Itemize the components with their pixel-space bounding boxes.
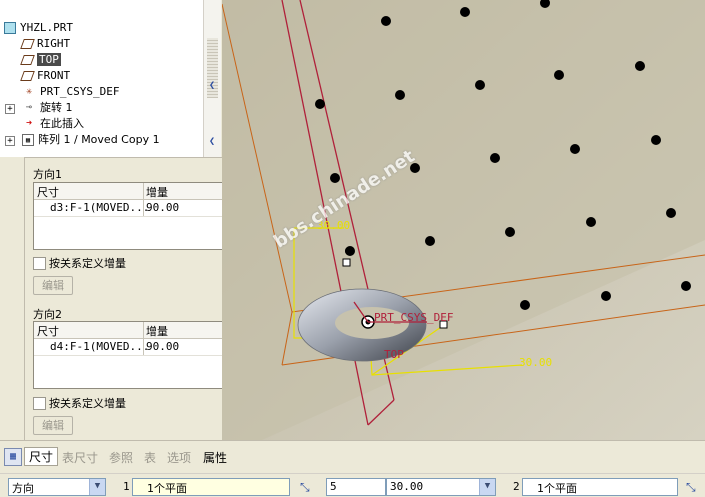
top-plane-label: TOP [384,348,404,361]
relation-increment-checkbox-1[interactable] [33,257,46,270]
drag-handle [342,258,351,267]
pattern-type-select[interactable]: 方向 ▼ [8,478,106,496]
table-header: 尺寸 增量 [34,183,242,200]
grid-icon[interactable]: ▦ [4,448,22,466]
table-header: 尺寸 增量 [34,322,242,339]
chevron-down-icon[interactable]: ▼ [479,479,495,495]
tab-dimensions[interactable]: 尺寸 [24,447,59,466]
checkbox-label: 按关系定义增量 [49,397,126,410]
tree-item-csys[interactable]: ✳ PRT_CSYS_DEF [22,84,120,100]
chevron-left-icon[interactable]: ❮ [209,80,215,91]
column-dimension: 尺寸 [37,325,59,338]
increment-cell[interactable]: 90.00 [146,201,179,214]
spacing-field[interactable]: 30.00 ▼ [386,478,496,496]
column-dimension: 尺寸 [37,186,59,199]
direction2-reference-collector[interactable]: 1个平面 [522,478,678,496]
increment-cell[interactable]: 90.00 [146,340,179,353]
column-increment: 增量 [146,186,168,199]
tree-item-pattern[interactable]: ▦ 阵列 1 / Moved Copy 1 [22,132,160,148]
edit-button-2[interactable]: 编辑 [33,416,73,435]
datum-plane-icon [20,55,35,65]
graphics-viewport[interactable]: 30.00 30.00 PRT_CSYS_DEF TOP bbs.chinade… [222,0,705,440]
dim-cell: d4:F-1(MOVED... [50,340,150,353]
tab-properties[interactable]: 属性 [203,449,227,466]
tree-item-insert-here[interactable]: ➜ 在此插入 [22,116,84,132]
tree-item-part[interactable]: YHZL.PRT [4,20,73,36]
navigator-collapse-bar[interactable]: ❮ ❮ [206,0,220,157]
direction1-reference-collector[interactable]: 1个平面 [132,478,290,496]
flip-direction-icon[interactable]: ⤡ [300,480,314,494]
datum-plane-icon [20,39,35,49]
direction2-number: 2 [513,480,520,493]
insert-arrow-icon: ➜ [25,118,33,129]
tree-item-right[interactable]: RIGHT [20,36,70,52]
column-increment: 增量 [146,325,168,338]
checkbox-label: 按关系定义增量 [49,257,126,270]
tree-item-top[interactable]: TOP [20,52,61,68]
table-row[interactable]: d4:F-1(MOVED... 90.00 [34,339,242,356]
dimension-label-bottom[interactable]: 30.00 [519,356,552,369]
dashboard-tabs: ▦ 尺寸 表尺寸 参照 表 选项 属性 [0,440,705,474]
expand-revolve-icon[interactable]: + [5,104,15,114]
relation-increment-checkbox-2[interactable] [33,397,46,410]
tab-references[interactable]: 参照 [109,449,133,466]
tab-table-dimensions[interactable]: 表尺寸 [62,449,98,466]
expand-pattern-icon[interactable]: + [5,136,15,146]
chevron-left-icon[interactable]: ❮ [209,136,215,147]
count-field[interactable]: 5 [326,478,386,496]
table-row[interactable]: d3:F-1(MOVED... 90.00 [34,200,242,217]
csys-icon: ✳ [25,86,33,97]
tab-table[interactable]: 表 [144,449,156,466]
chevron-down-icon[interactable]: ▼ [89,479,105,495]
direction1-table[interactable]: 尺寸 增量 d3:F-1(MOVED... 90.00 [33,182,243,250]
part-icon [4,22,16,34]
direction1-title: 方向1 [33,168,62,181]
direction1-number: 1 [123,480,130,493]
tree-item-revolve[interactable]: ⊸ 旋转 1 [22,100,73,116]
tree-item-front[interactable]: FRONT [20,68,70,84]
datum-plane-icon [20,71,35,81]
model-tree[interactable]: YHZL.PRT RIGHT TOP FRONT ✳ PRT_CSYS_DEF +… [0,0,204,157]
revolve-icon: ⊸ [25,102,33,113]
flip-direction-icon[interactable]: ⤡ [686,480,700,494]
dim-cell: d3:F-1(MOVED... [50,201,150,214]
pattern-icon: ▦ [22,134,34,146]
direction2-table[interactable]: 尺寸 增量 d4:F-1(MOVED... 90.00 [33,321,243,389]
pattern-toolbar: 方向 ▼ 1 1个平面 ⤡ 5 30.00 ▼ 2 1个平面 ⤡ [0,473,705,497]
direction2-title: 方向2 [33,308,62,321]
dimensions-panel: 方向1 尺寸 增量 d3:F-1(MOVED... 90.00 按关系定义增量 … [24,157,252,442]
tab-options[interactable]: 选项 [167,449,191,466]
csys-label: PRT_CSYS_DEF [374,311,454,324]
edit-button-1[interactable]: 编辑 [33,276,73,295]
